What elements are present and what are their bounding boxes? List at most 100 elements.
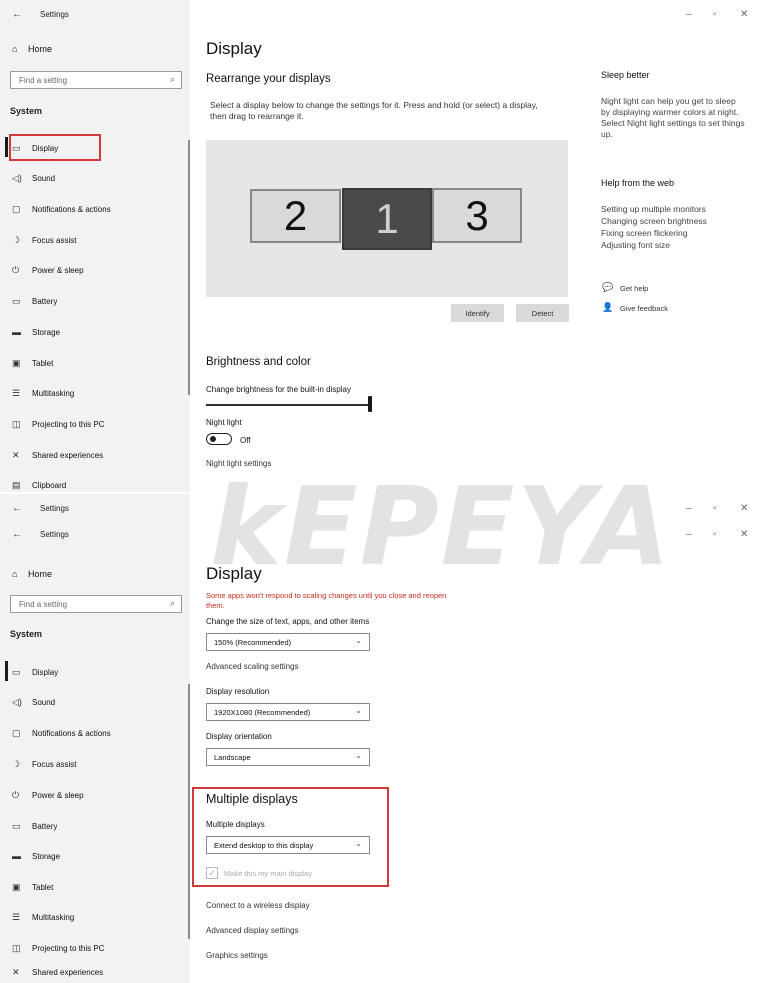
help-link-multiple-monitors[interactable]: Setting up multiple monitors (601, 204, 777, 215)
sidebar-item-projecting[interactable]: ◫ Projecting to this PC (12, 943, 104, 954)
sidebar-item-label: Power & sleep (32, 791, 84, 800)
notifications-icon: ▢ (12, 204, 21, 214)
sidebar-item-battery[interactable]: ▭ Battery (12, 296, 57, 307)
back-arrow-icon[interactable]: ← (12, 529, 22, 540)
brightness-slider-thumb[interactable] (368, 396, 372, 412)
close-icon[interactable]: ✕ (740, 9, 748, 20)
detect-button[interactable]: Detect (516, 304, 569, 322)
sidebar-item-label: Shared experiences (32, 451, 104, 460)
multitasking-icon: ☰ (12, 388, 21, 398)
monitor-icon: ▭ (12, 143, 21, 153)
sidebar-item-display[interactable]: ▭ Display (12, 667, 58, 678)
advanced-display-settings-link[interactable]: Advanced display settings (206, 926, 299, 935)
advanced-scaling-link[interactable]: Advanced scaling settings (206, 662, 299, 671)
close-icon[interactable]: ✕ (740, 529, 748, 540)
sidebar-item-tablet[interactable]: ▣ Tablet (12, 358, 53, 369)
home-icon: ⌂ (12, 569, 18, 579)
sidebar-item-label: Tablet (32, 359, 54, 368)
moon-icon: ☽ (12, 235, 21, 245)
display-arrangement-area[interactable]: 2 1 3 (206, 140, 568, 297)
sidebar-item-multitasking[interactable]: ☰ Multitasking (12, 912, 74, 923)
minimize-icon[interactable]: – (686, 503, 692, 514)
sidebar-item-shared-experiences[interactable]: ✕ Shared experiences (12, 450, 103, 461)
sidebar-item-notifications[interactable]: ▢ Notifications & actions (12, 728, 111, 739)
close-icon[interactable]: ✕ (740, 503, 748, 514)
minimize-icon[interactable]: – (686, 9, 692, 20)
sidebar-item-label: Notifications & actions (32, 205, 111, 214)
resolution-dropdown[interactable]: 1920X1080 (Recommended) ⌄ (206, 703, 370, 721)
wireless-display-link[interactable]: Connect to a wireless display (206, 901, 310, 910)
sidebar-item-focus-assist[interactable]: ☽ Focus assist (12, 759, 76, 770)
sidebar-item-sound[interactable]: ◁) Sound (12, 697, 55, 708)
help-link-brightness[interactable]: Changing screen brightness (601, 216, 777, 227)
home-icon: ⌂ (12, 44, 18, 54)
brightness-slider-track[interactable] (206, 404, 371, 406)
sidebar-item-label: Multitasking (32, 913, 75, 922)
help-link-font-size[interactable]: Adjusting font size (601, 240, 777, 251)
sidebar-scrollbar[interactable] (188, 684, 190, 939)
resolution-value: 1920X1080 (Recommended) (214, 708, 311, 717)
restore-icon[interactable]: ▫ (713, 9, 717, 20)
monitor-1[interactable]: 1 (342, 188, 432, 250)
chevron-down-icon: ⌄ (355, 706, 362, 715)
identify-button[interactable]: Identify (451, 304, 504, 322)
home-label: Home (28, 569, 53, 579)
help-heading: Help from the web (601, 178, 675, 188)
search-placeholder: Find a setting (19, 600, 68, 609)
sidebar-item-label: Projecting to this PC (32, 420, 105, 429)
active-indicator (5, 661, 8, 681)
sidebar-item-shared-experiences[interactable]: ✕ Shared experiences (12, 967, 103, 978)
home-link[interactable]: ⌂ Home (12, 569, 52, 579)
sidebar-scrollbar[interactable] (188, 140, 190, 395)
sidebar-item-multitasking[interactable]: ☰ Multitasking (12, 388, 74, 399)
sidebar-item-clipboard[interactable]: ▤ Clipboard (12, 480, 66, 491)
rearrange-description-line1: Select a display below to change the set… (210, 100, 538, 110)
sidebar-item-sound[interactable]: ◁) Sound (12, 173, 55, 184)
home-label: Home (28, 44, 53, 54)
search-placeholder: Find a setting (19, 76, 68, 85)
multiple-displays-heading: Multiple displays (206, 792, 298, 806)
back-arrow-icon[interactable]: ← (12, 9, 22, 20)
help-link-flickering[interactable]: Fixing screen flickering (601, 228, 777, 239)
get-help-link[interactable]: Get help (620, 284, 648, 293)
clipboard-icon: ▤ (12, 480, 21, 490)
restore-icon[interactable]: ▫ (713, 529, 717, 540)
search-input[interactable]: Find a setting ⌕ (10, 595, 182, 613)
multiple-displays-value: Extend desktop to this display (214, 841, 314, 850)
active-indicator (5, 137, 8, 157)
sidebar-item-power-sleep[interactable]: ⏻ Power & sleep (12, 790, 84, 801)
monitor-3[interactable]: 3 (432, 188, 522, 243)
storage-icon: ▬ (12, 851, 21, 861)
scale-dropdown[interactable]: 150% (Recommended) ⌄ (206, 633, 370, 651)
sidebar-item-focus-assist[interactable]: ☽ Focus assist (12, 235, 76, 246)
page-title: Display (206, 39, 262, 58)
sidebar-item-label: Focus assist (32, 760, 77, 769)
restore-icon[interactable]: ▫ (713, 503, 717, 514)
sidebar-item-label: Multitasking (32, 389, 75, 398)
sidebar-item-battery[interactable]: ▭ Battery (12, 821, 57, 832)
orientation-label: Display orientation (206, 732, 272, 741)
search-input[interactable]: Find a setting ⌕ (10, 71, 182, 89)
sidebar-item-power-sleep[interactable]: ⏻ Power & sleep (12, 265, 84, 276)
feedback-icon: 👤 (602, 302, 614, 312)
sidebar-item-notifications[interactable]: ▢ Notifications & actions (12, 204, 111, 215)
night-light-toggle[interactable] (206, 433, 232, 445)
sleep-text-line2: by displaying warmer colors at night. (601, 107, 739, 117)
sidebar-item-storage[interactable]: ▬ Storage (12, 327, 60, 337)
main-display-checkbox[interactable]: ✓ (206, 867, 218, 879)
multiple-displays-dropdown[interactable]: Extend desktop to this display ⌄ (206, 836, 370, 854)
orientation-dropdown[interactable]: Landscape ⌄ (206, 748, 370, 766)
graphics-settings-link[interactable]: Graphics settings (206, 951, 268, 960)
sidebar-item-tablet[interactable]: ▣ Tablet (12, 882, 53, 893)
sleep-text-line1: Night light can help you get to sleep (601, 96, 736, 106)
sidebar-item-storage[interactable]: ▬ Storage (12, 851, 60, 861)
give-feedback-link[interactable]: Give feedback (620, 304, 668, 313)
scale-value: 150% (Recommended) (214, 638, 292, 647)
monitor-2[interactable]: 2 (250, 189, 341, 243)
sidebar-item-projecting[interactable]: ◫ Projecting to this PC (12, 419, 104, 430)
back-arrow-icon[interactable]: ← (12, 503, 22, 514)
sleep-text-line4: up. (601, 129, 613, 139)
home-link[interactable]: ⌂ Home (12, 44, 52, 54)
sidebar-item-display[interactable]: ▭ Display (12, 143, 58, 154)
minimize-icon[interactable]: – (686, 529, 692, 540)
